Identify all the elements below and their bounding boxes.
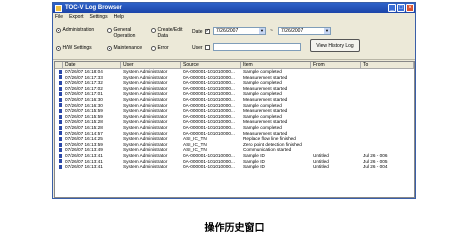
column-header-user[interactable]: User	[121, 62, 181, 68]
log-entry-icon-mark	[59, 92, 62, 97]
radio-error[interactable]: Error	[151, 45, 169, 51]
radio-create-edit-data[interactable]: Create/Edit Data	[151, 27, 187, 39]
date-separator: ~	[270, 28, 273, 34]
table-cell: Jul 26 - 004	[363, 164, 388, 170]
menu-export[interactable]: Export	[69, 14, 83, 20]
log-entry-icon	[55, 164, 63, 170]
radio-dot	[107, 46, 112, 51]
log-entry-icon-mark	[59, 164, 62, 169]
date-checkbox[interactable]	[205, 28, 210, 34]
user-label: User	[192, 45, 203, 51]
log-entry-icon-mark	[59, 120, 62, 125]
radio-maintenance[interactable]: Maintenance	[107, 45, 142, 51]
menu-bar: File Export Settings Help	[53, 13, 415, 20]
table-header: Date User Source Item From To	[55, 62, 414, 69]
log-table: Date User Source Item From To 07/26/07 1…	[54, 61, 415, 198]
log-entry-icon-mark	[59, 114, 62, 119]
log-entry-icon-mark	[59, 80, 62, 85]
maximize-button[interactable]: □	[397, 4, 405, 12]
date-from-value: 7/26/2007	[216, 28, 239, 34]
radio-dot	[107, 28, 112, 33]
title-bar: TOC-V Log Browser _ □ ×	[53, 3, 415, 13]
window-title: TOC-V Log Browser	[65, 5, 122, 11]
radio-label: H/W Settings	[62, 45, 92, 51]
log-entry-icon-mark	[59, 159, 62, 164]
menu-help[interactable]: Help	[114, 14, 124, 20]
log-entry-icon-mark	[59, 69, 62, 74]
log-entry-icon-mark	[59, 153, 62, 158]
radio-label: Administration	[62, 27, 95, 33]
table-body: 07/26/07 16:18:04 System Administrator 0A-…	[55, 69, 414, 170]
radio-dot	[151, 46, 156, 51]
log-entry-icon-mark	[59, 142, 62, 147]
column-header-to[interactable]: To	[361, 62, 414, 68]
column-header-date[interactable]: Date	[63, 62, 121, 68]
log-entry-icon-mark	[59, 131, 62, 136]
minimize-button[interactable]: _	[388, 4, 396, 12]
figure-caption: 操作历史窗口	[204, 223, 265, 234]
log-entry-icon-mark	[59, 86, 62, 91]
radio-hw-settings[interactable]: H/W Settings	[56, 45, 92, 51]
log-entry-icon-mark	[59, 103, 62, 108]
chevron-down-icon[interactable]: ▼	[259, 28, 265, 34]
user-input[interactable]	[213, 43, 301, 51]
table-cell: System Administrator	[123, 164, 168, 170]
table-cell: Untitled	[313, 164, 329, 170]
log-entry-icon-mark	[59, 148, 62, 153]
radio-label: General Operation	[113, 27, 136, 39]
filter-panel: Administration General Operation Create/…	[53, 20, 415, 60]
menu-settings[interactable]: Settings	[90, 14, 108, 20]
radio-label: Error	[157, 45, 169, 51]
radio-dot	[56, 28, 61, 33]
user-checkbox[interactable]	[205, 45, 210, 50]
chevron-down-icon[interactable]: ▼	[324, 28, 330, 34]
radio-dot	[56, 46, 61, 51]
column-header[interactable]	[55, 62, 63, 68]
table-cell: Sample ID	[243, 164, 265, 170]
radio-general-operation[interactable]: General Operation	[107, 27, 145, 39]
log-entry-icon-mark	[59, 136, 62, 141]
log-browser-window: TOC-V Log Browser _ □ × File Export Sett…	[52, 2, 416, 199]
date-label: Date	[192, 29, 203, 35]
column-header-from[interactable]: From	[311, 62, 361, 68]
log-entry-icon-mark	[59, 97, 62, 102]
view-history-log-button[interactable]: View History Log	[310, 39, 360, 52]
date-to-value: 7/26/2007	[281, 28, 304, 34]
date-from-input[interactable]: 7/26/2007 ▼	[213, 27, 266, 35]
radio-administration[interactable]: Administration	[56, 27, 94, 33]
log-entry-icon-mark	[59, 108, 62, 113]
date-to-input[interactable]: 7/26/2007 ▼	[278, 27, 331, 35]
column-header-source[interactable]: Source	[181, 62, 241, 68]
table-row[interactable]: 07/26/07 16:13:41 System Administrator 0A-…	[55, 164, 414, 170]
app-icon	[55, 4, 62, 12]
close-button[interactable]: ×	[406, 4, 414, 12]
log-entry-icon-mark	[59, 75, 62, 80]
column-header-item[interactable]: Item	[241, 62, 311, 68]
menu-file[interactable]: File	[55, 14, 63, 20]
table-cell: 0A-000001-101010000...	[183, 164, 235, 170]
radio-label: Create/Edit Data	[157, 27, 183, 39]
log-entry-icon-mark	[59, 125, 62, 130]
radio-dot	[151, 28, 156, 33]
radio-label: Maintenance	[113, 45, 143, 51]
table-cell: 07/26/07 16:13:41	[65, 164, 103, 170]
